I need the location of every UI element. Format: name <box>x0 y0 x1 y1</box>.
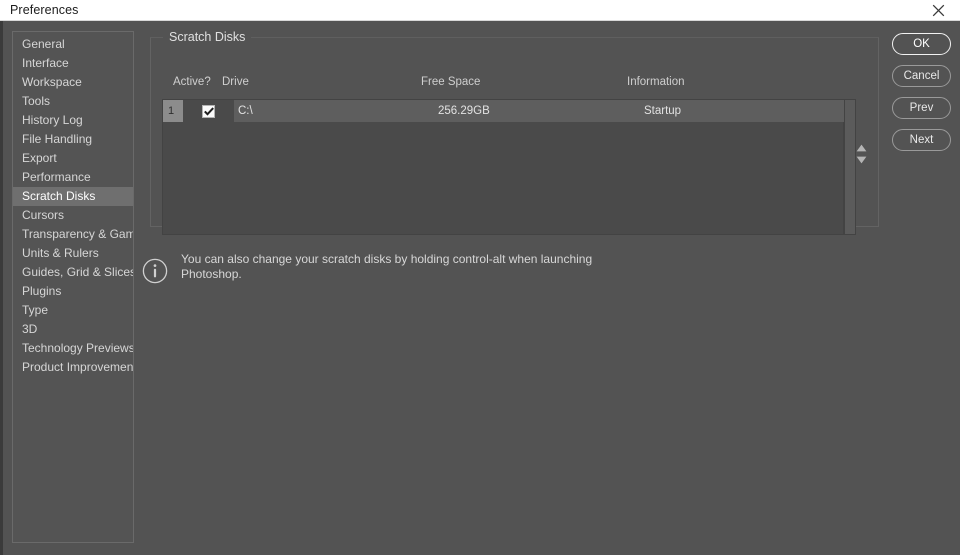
column-header-free-space: Free Space <box>421 76 480 88</box>
info-circle-icon <box>142 258 168 284</box>
sidebar-item-export[interactable]: Export <box>13 149 133 168</box>
sidebar-item-scratch-disks[interactable]: Scratch Disks <box>13 187 133 206</box>
note-text: You can also change your scratch disks b… <box>181 251 601 281</box>
sidebar-item-history-log[interactable]: History Log <box>13 111 133 130</box>
dialog-button-column: OK Cancel Prev Next <box>892 33 951 151</box>
sidebar-item-tools[interactable]: Tools <box>13 92 133 111</box>
close-icon <box>932 4 945 17</box>
sidebar-item-units-rulers[interactable]: Units & Rulers <box>13 244 133 263</box>
table-row[interactable]: 1 C:\ 256.29GB Startup <box>163 100 845 122</box>
active-checkbox[interactable] <box>202 105 215 118</box>
triangle-down-icon[interactable] <box>856 156 867 164</box>
sidebar-item-transparency-gamut[interactable]: Transparency & Gamut <box>13 225 133 244</box>
sidebar-item-guides-grid-slices[interactable]: Guides, Grid & Slices <box>13 263 133 282</box>
scratch-disks-table-header: Active? Drive Free Space Information <box>162 76 867 94</box>
table-scrollbar[interactable] <box>844 99 856 235</box>
triangle-up-icon[interactable] <box>856 144 867 152</box>
next-button[interactable]: Next <box>892 129 951 151</box>
column-header-drive: Drive <box>222 76 249 88</box>
close-button[interactable] <box>916 0 960 21</box>
preferences-category-list[interactable]: General Interface Workspace Tools Histor… <box>12 31 134 543</box>
sidebar-item-3d[interactable]: 3D <box>13 320 133 339</box>
preferences-dialog: General Interface Workspace Tools Histor… <box>0 21 960 555</box>
window-titlebar: Preferences <box>0 0 960 21</box>
sidebar-item-technology-previews[interactable]: Technology Previews <box>13 339 133 358</box>
sidebar-item-general[interactable]: General <box>13 35 133 54</box>
row-active-cell[interactable] <box>183 100 234 122</box>
prev-button[interactable]: Prev <box>892 97 951 119</box>
ok-button[interactable]: OK <box>892 33 951 55</box>
sidebar-item-performance[interactable]: Performance <box>13 168 133 187</box>
sidebar-item-interface[interactable]: Interface <box>13 54 133 73</box>
scratch-disks-group-title: Scratch Disks <box>163 31 251 44</box>
sidebar-item-type[interactable]: Type <box>13 301 133 320</box>
reorder-controls[interactable] <box>853 144 869 164</box>
check-icon <box>204 107 214 116</box>
sidebar-item-cursors[interactable]: Cursors <box>13 206 133 225</box>
row-drive[interactable]: C:\ <box>234 100 434 122</box>
window-title: Preferences <box>10 3 79 17</box>
row-free-space: 256.29GB <box>434 100 640 122</box>
row-information: Startup <box>640 100 845 122</box>
cancel-button[interactable]: Cancel <box>892 65 951 87</box>
column-header-active: Active? <box>173 76 211 88</box>
column-header-information: Information <box>627 76 685 88</box>
sidebar-item-product-improvement[interactable]: Product Improvement <box>13 358 133 377</box>
sidebar-item-workspace[interactable]: Workspace <box>13 73 133 92</box>
scratch-disks-note: You can also change your scratch disks b… <box>142 251 612 284</box>
sidebar-item-plugins[interactable]: Plugins <box>13 282 133 301</box>
sidebar-item-file-handling[interactable]: File Handling <box>13 130 133 149</box>
row-number: 1 <box>163 100 183 122</box>
scratch-disks-table-body[interactable]: 1 C:\ 256.29GB Startup <box>162 99 844 235</box>
